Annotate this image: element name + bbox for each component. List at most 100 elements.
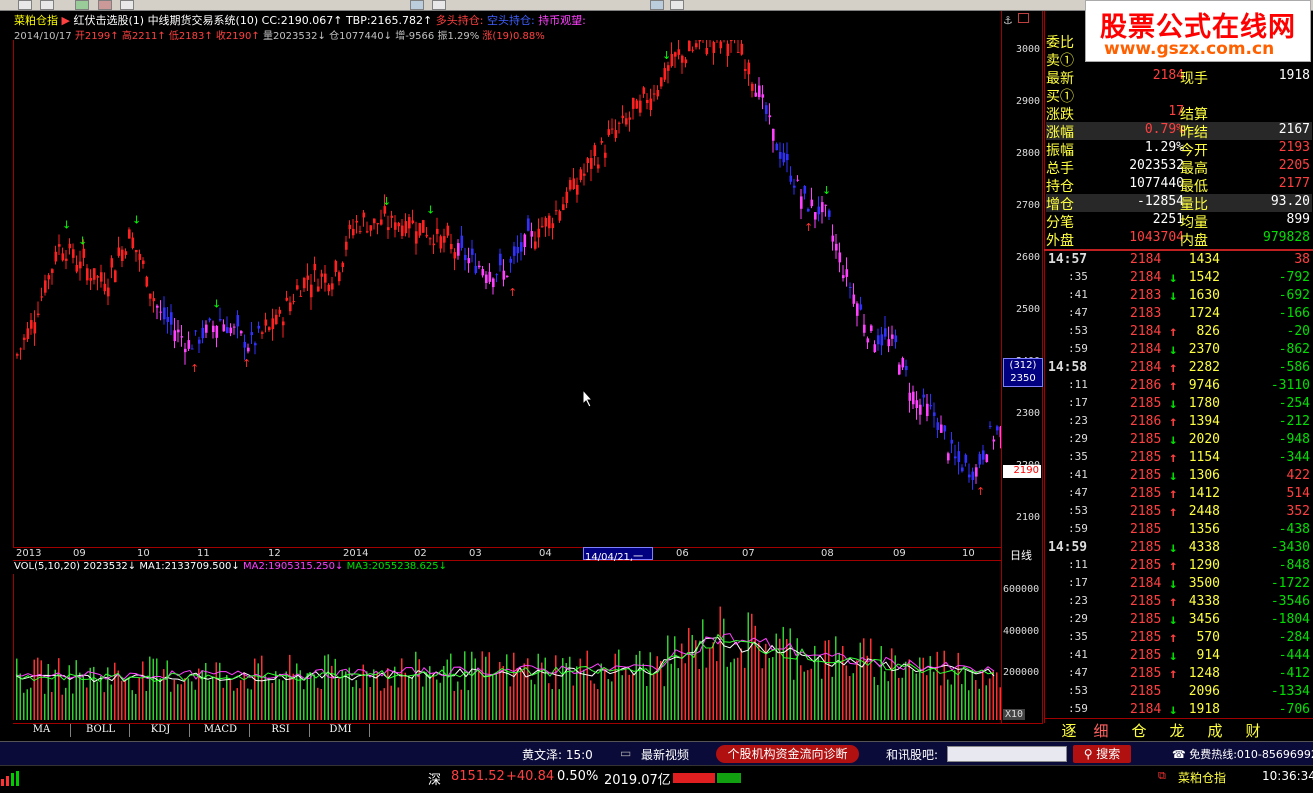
candle-body <box>772 128 775 141</box>
candle-body <box>306 275 310 280</box>
search-button[interactable]: ⚲ 搜索 <box>1073 745 1131 763</box>
instrument-name[interactable]: 菜粕仓指 <box>14 14 58 27</box>
volume-bar <box>740 648 742 720</box>
volume-bar <box>366 671 368 720</box>
tab-kdj[interactable]: KDJ <box>132 724 190 737</box>
candle-body <box>310 284 313 298</box>
tab-position[interactable]: 仓 <box>1120 720 1158 741</box>
window-label[interactable]: 菜粕仓指 <box>1178 769 1226 786</box>
date-tick: 07 <box>742 548 755 559</box>
quote-value: 979828 <box>1263 230 1310 245</box>
cursor-tool-icon[interactable] <box>40 0 54 10</box>
candle-body <box>47 275 51 280</box>
view-tool-icon[interactable] <box>670 0 684 10</box>
tab-boll[interactable]: BOLL <box>72 724 130 737</box>
tick-row: :23 2185 ↑ 4338 -3546 <box>1046 594 1312 612</box>
volume-chart[interactable] <box>13 574 1001 720</box>
tick-volume: 1306 <box>1188 468 1220 483</box>
candle-body <box>30 320 33 329</box>
volume-bar <box>159 678 161 720</box>
fund-flow-button[interactable]: 个股机构资金流向诊断 <box>716 745 859 763</box>
tick-time: :53 <box>1068 684 1088 697</box>
candle-body <box>681 55 684 63</box>
site-logo: 股票公式在线网 www.gszx.com.cn <box>1085 0 1311 62</box>
arrow-up-icon: ↑ <box>1169 558 1178 574</box>
candle-body <box>359 231 362 233</box>
candle-body <box>922 394 926 398</box>
tick-row: :41 2185 ↓ 914 -444 <box>1046 648 1312 666</box>
tab-trade[interactable]: 成 <box>1196 720 1234 741</box>
candle-body <box>744 68 747 71</box>
volume-bar <box>982 670 984 720</box>
candle-body <box>870 325 873 331</box>
chart-tool-icon[interactable] <box>75 0 89 10</box>
tick-volume: 2370 <box>1188 342 1220 357</box>
candlestick-svg: ↓↓↓↑↓↑↓↓↑↓↓↑↓↑ <box>16 13 1003 498</box>
candle-body <box>950 439 954 444</box>
volume-bar <box>754 625 756 720</box>
price-chart[interactable]: ↓↓↓↑↓↑↓↓↑↓↓↑↓↑ <box>13 13 1003 547</box>
video-link[interactable]: 最新视频 <box>641 746 689 763</box>
volume-bar <box>93 666 95 720</box>
candle-body <box>527 218 530 231</box>
candle-body <box>632 97 635 109</box>
candle-body <box>488 271 492 282</box>
period-label[interactable]: 日线 <box>1010 547 1032 563</box>
quote-row: 买① <box>1046 86 1312 105</box>
volume-bar <box>184 678 186 720</box>
tab-macd[interactable]: MACD <box>192 724 250 737</box>
turnover: 2019.07亿 <box>604 773 671 788</box>
candle-body <box>530 231 534 237</box>
volume-bar <box>411 676 413 720</box>
tick-row: :35 2185 ↑ 1154 -344 <box>1046 450 1312 468</box>
candle-body <box>660 77 663 87</box>
volume-bar <box>975 680 977 720</box>
volume-bar <box>537 653 539 720</box>
candle-body <box>891 334 894 339</box>
tab-rsi[interactable]: RSI <box>252 724 310 737</box>
quote-label: 最新 <box>1046 71 1074 87</box>
search-input[interactable] <box>947 746 1067 762</box>
vol-ma1: MA1:2133709.500 <box>139 561 232 572</box>
volume-bar <box>768 658 770 720</box>
volume-bar <box>530 679 532 720</box>
candle-body <box>268 327 271 331</box>
tab-detail[interactable]: 细 <box>1082 720 1120 741</box>
candle-body <box>107 287 110 297</box>
tab-ma[interactable]: MA <box>13 724 71 737</box>
chart-tool-icon[interactable] <box>98 0 112 10</box>
candle-body <box>628 117 632 120</box>
volume-bar <box>233 690 235 720</box>
tick-volume: 1412 <box>1188 486 1220 501</box>
candle-body <box>275 314 278 325</box>
tick-time: 14:59 <box>1048 540 1088 555</box>
quote-label: 持仓 <box>1046 179 1074 195</box>
user-label: 黄文泽: 15:0 <box>522 748 593 762</box>
candle-body <box>58 244 61 247</box>
candle-body <box>208 318 212 321</box>
index-name: 深 <box>428 773 442 788</box>
tool-icon[interactable] <box>18 0 32 10</box>
tick-pos-change: -444 <box>1278 648 1310 663</box>
tab-finance[interactable]: 财 <box>1234 720 1272 741</box>
candle-body <box>16 354 19 356</box>
tick-volume: 1434 <box>1188 252 1220 267</box>
volume-bar <box>40 660 42 720</box>
arrow-down-icon: ↓ <box>1169 432 1178 448</box>
window-icon[interactable] <box>1018 13 1029 23</box>
tab-dmi[interactable]: DMI <box>312 724 370 737</box>
view-tool-icon[interactable] <box>432 0 446 10</box>
vol-tick: 400000 <box>1003 626 1040 637</box>
view-tool-icon[interactable] <box>650 0 664 10</box>
arrow-up-icon: ↑ <box>1169 666 1178 682</box>
volume-bar <box>852 673 854 720</box>
anchor-icon[interactable]: ⚓ <box>1003 14 1013 27</box>
candle-body <box>761 94 765 98</box>
volume-bar <box>789 628 791 720</box>
quote-value: 2167 <box>1278 122 1310 137</box>
view-tool-icon[interactable] <box>410 0 424 10</box>
candle-body <box>537 228 541 238</box>
tick-price: 2185 <box>1130 630 1162 645</box>
chart-tool-icon[interactable] <box>120 0 134 10</box>
tab-dragon[interactable]: 龙 <box>1158 720 1196 741</box>
